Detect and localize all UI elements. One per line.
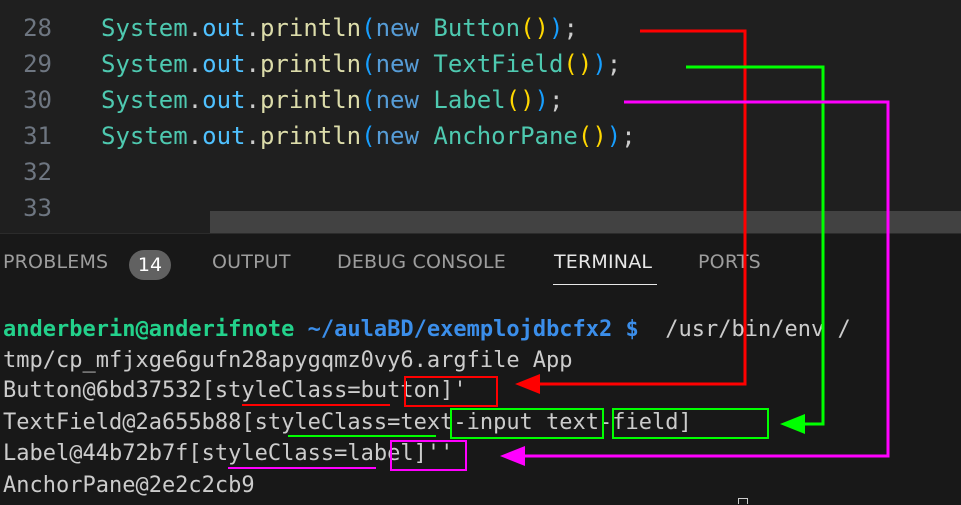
code-token: .: [187, 122, 203, 150]
code-token: .: [187, 50, 203, 78]
code-text: System.out.println(new Button());: [101, 10, 578, 46]
code-token: Label: [433, 86, 506, 114]
code-token: println: [259, 86, 362, 114]
code-token: (: [361, 50, 376, 78]
code-token: new: [375, 14, 434, 42]
code-token: AnchorPane: [433, 122, 578, 150]
code-token: out: [202, 86, 246, 114]
code-token: (: [361, 122, 376, 150]
terminal-command: /usr/bin/env /: [638, 317, 851, 342]
code-token: (): [505, 86, 535, 114]
code-token: out: [202, 50, 246, 78]
code-token: new: [375, 122, 434, 150]
code-line[interactable]: 32: [0, 154, 961, 190]
line-number: 30: [23, 86, 52, 114]
code-token: (): [520, 14, 549, 42]
problems-count-badge: 14: [129, 250, 171, 280]
code-text: System.out.println(new AnchorPane());: [101, 118, 636, 154]
code-token: TextField: [433, 50, 564, 78]
code-line[interactable]: 30 System.out.println(new Label());: [0, 82, 961, 118]
code-token: System: [101, 122, 188, 150]
text-cursor-icon: [738, 498, 748, 504]
code-token: Button: [433, 14, 521, 42]
code-token: ;: [621, 122, 636, 150]
code-token: ): [548, 14, 564, 42]
code-token: ): [606, 122, 622, 150]
code-token: new: [375, 86, 434, 114]
tab-terminal[interactable]: TERMINAL: [554, 251, 652, 273]
code-token: ): [534, 86, 549, 114]
prompt-path: ~/aulaBD/exemplojdbcfx2: [294, 317, 613, 342]
terminal-output-anchorpane: AnchorPane@2e2c2cb9: [3, 473, 255, 498]
terminal-output-textfield: TextField@2a655b88[styleClass=text-input…: [3, 410, 692, 435]
terminal-command-continued: tmp/cp_mfjxge6gufn28apygqmz0vy6.argfile …: [3, 348, 573, 373]
line-number: 32: [23, 158, 52, 186]
code-line[interactable]: 28 System.out.println(new Button());: [0, 10, 961, 46]
code-token: .: [245, 14, 260, 42]
code-token: .: [245, 86, 260, 114]
code-token: .: [187, 86, 203, 114]
prompt-user: anderberin@anderifnote: [3, 317, 295, 342]
code-token: out: [202, 14, 246, 42]
tab-problems[interactable]: PROBLEMS: [3, 251, 108, 273]
line-number: 31: [23, 122, 52, 150]
code-token: (: [361, 86, 376, 114]
tab-ports[interactable]: PORTS: [698, 251, 761, 273]
active-tab-indicator: [553, 284, 657, 285]
line-number: 28: [23, 14, 52, 42]
code-token: ;: [563, 14, 578, 42]
line-number: 29: [23, 50, 52, 78]
code-line[interactable]: 31 System.out.println(new AnchorPane());: [0, 118, 961, 154]
prompt-symbol: $: [612, 317, 639, 342]
code-token: println: [259, 122, 362, 150]
code-token: .: [245, 50, 260, 78]
code-text: System.out.println(new Label());: [101, 82, 563, 118]
code-token: (: [361, 14, 376, 42]
code-text: System.out.println(new TextField());: [101, 46, 621, 82]
code-token: System: [101, 50, 188, 78]
code-token: println: [259, 14, 362, 42]
code-token: ): [592, 50, 607, 78]
code-token: ;: [606, 50, 622, 78]
code-token: ;: [548, 86, 564, 114]
terminal-prompt-line: anderberin@anderifnote ~/aulaBD/exemploj…: [3, 315, 851, 345]
tab-debug-console[interactable]: DEBUG CONSOLE: [337, 251, 506, 273]
code-token: .: [187, 14, 203, 42]
code-token: new: [375, 50, 434, 78]
code-token: (): [563, 50, 593, 78]
terminal-output-button: Button@6bd37532[styleClass=button]': [3, 378, 467, 403]
code-token: .: [245, 122, 260, 150]
code-line[interactable]: 29 System.out.println(new TextField());: [0, 46, 961, 82]
horizontal-scrollbar[interactable]: [210, 211, 961, 233]
code-token: println: [259, 50, 362, 78]
line-number: 33: [23, 194, 52, 222]
code-token: System: [101, 14, 188, 42]
code-token: System: [101, 86, 188, 114]
code-token: out: [202, 122, 246, 150]
tab-output[interactable]: OUTPUT: [212, 251, 291, 273]
terminal-output-label: Label@44b72b7f[styleClass=label]'': [3, 441, 454, 466]
code-editor[interactable]: 28 System.out.println(new Button()); 29 Sys…: [0, 0, 961, 233]
code-token: (): [577, 122, 607, 150]
